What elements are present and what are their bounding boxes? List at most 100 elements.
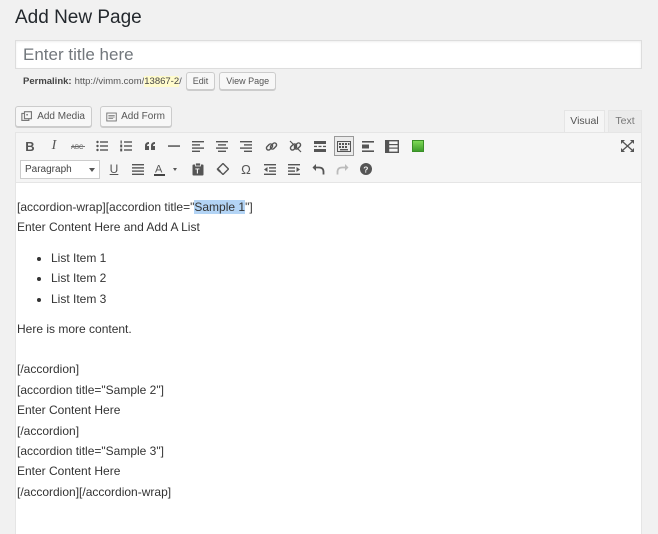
form-icon [385,139,399,153]
justify-icon [132,163,144,175]
italic-icon: I [51,138,57,153]
redo-icon [336,164,348,175]
view-page-button[interactable]: View Page [219,72,277,90]
horizontal-rule-button[interactable] [164,136,184,156]
title-field-wrapper [15,40,642,69]
editor: B I ABC Paragraph U A T Ω ? [accordion-w… [15,132,642,534]
format-select[interactable]: Paragraph [20,160,100,179]
justify-button[interactable] [128,159,148,179]
edit-permalink-button[interactable]: Edit [185,72,216,90]
undo-icon [312,164,324,175]
underline-icon: U [109,162,119,176]
insert-more-icon [314,140,326,152]
add-media-icon [21,111,33,121]
strikethrough-icon: ABC [71,145,85,151]
special-character-button[interactable]: Ω [236,159,256,179]
green-square-button[interactable] [408,136,428,156]
align-right-icon [240,140,252,152]
blockquote-button[interactable] [140,136,160,156]
align-left-button[interactable] [188,136,208,156]
svg-text:ABC: ABC [71,145,84,151]
clear-formatting-button[interactable] [212,159,232,179]
paste-text-button[interactable]: T [188,159,208,179]
clear-formatting-icon [216,163,229,175]
editor-content[interactable]: [accordion-wrap][accordion title="Sample… [16,197,641,502]
italic-button[interactable]: I [44,136,64,156]
add-media-button[interactable]: Add Media [15,106,92,127]
add-form-label: Add Form [121,111,165,122]
content-line: [/accordion] [17,423,80,438]
text-color-icon: A [154,163,177,176]
numbered-list-icon [120,140,132,152]
fullscreen-button[interactable] [617,136,637,156]
permalink-slug[interactable]: 13867-2 [144,75,180,87]
content-line: [/accordion] [17,362,80,377]
svg-text:A: A [155,163,163,175]
unlink-button[interactable] [285,136,305,156]
link-icon [265,141,277,151]
insert-more-button[interactable] [310,136,330,156]
tab-visual[interactable]: Visual [564,110,605,133]
help-button[interactable]: ? [356,159,376,179]
accordion-button[interactable] [358,136,378,156]
toolbar-toggle-button[interactable] [334,136,354,156]
special-char-icon: Ω [241,161,251,177]
svg-text:?: ? [363,164,368,174]
link-button[interactable] [261,136,281,156]
numbered-list-button[interactable] [116,136,136,156]
blockquote-icon [145,142,155,150]
align-center-button[interactable] [212,136,232,156]
content-text: "] [245,200,253,214]
underline-button[interactable]: U [104,159,124,179]
bold-icon: B [25,138,35,154]
chevron-down-icon [89,168,95,172]
permalink-row: Permalink: http://vimm.com/13867-2/ Edit… [23,72,277,90]
format-select-value: Paragraph [25,164,72,175]
align-center-icon [216,140,228,152]
align-right-button[interactable] [236,136,256,156]
title-input[interactable] [16,41,641,68]
indent-button[interactable] [284,159,304,179]
undo-button[interactable] [308,159,328,179]
tab-text[interactable]: Text [608,110,642,133]
content-line: [accordion title="Sample 3"] [17,444,164,459]
text-color-button[interactable]: A [152,159,182,179]
svg-text:T: T [195,168,200,175]
align-left-icon [192,140,204,152]
form-button[interactable] [382,136,402,156]
fullscreen-icon [620,140,634,152]
toolbar-toggle-icon [337,140,351,152]
list-item: List Item 2 [51,268,641,288]
content-line: [accordion title="Sample 2"] [17,382,164,397]
paste-text-icon: T [192,162,204,175]
content-text: [accordion-wrap][accordion title=" [17,200,195,214]
content-list: List Item 1 List Item 2 List Item 3 [51,248,641,309]
content-line: [/accordion][/accordion-wrap] [17,484,172,499]
content-line: [accordion-wrap][accordion title="Sample… [17,197,641,217]
content-line: Enter Content Here and Add A List [17,220,200,235]
redo-button[interactable] [332,159,352,179]
bullet-list-button[interactable] [92,136,112,156]
permalink-label: Permalink: [23,75,72,87]
content-line: Here is more content. [17,322,132,337]
content-blank-line [17,339,641,359]
content-line: Enter Content Here [17,464,121,479]
page-title: Add New Page [15,7,142,28]
bold-button[interactable]: B [20,136,40,156]
content-line: Enter Content Here [17,403,121,418]
strikethrough-button[interactable]: ABC [68,136,88,156]
permalink-base-url[interactable]: http://vimm.com/ [75,76,145,87]
add-media-label: Add Media [37,111,85,122]
editor-toolbar: B I ABC Paragraph U A T Ω ? [16,133,641,183]
outdent-button[interactable] [260,159,280,179]
add-form-button[interactable]: Add Form [100,106,172,127]
indent-icon [288,163,300,175]
accordion-icon [362,140,374,152]
add-form-icon [106,112,117,121]
permalink-suffix: / [179,75,182,87]
unlink-icon [289,140,301,152]
horizontal-rule-icon [168,145,180,147]
help-icon: ? [360,163,372,175]
list-item: List Item 1 [51,248,641,268]
list-item: List Item 3 [51,289,641,309]
